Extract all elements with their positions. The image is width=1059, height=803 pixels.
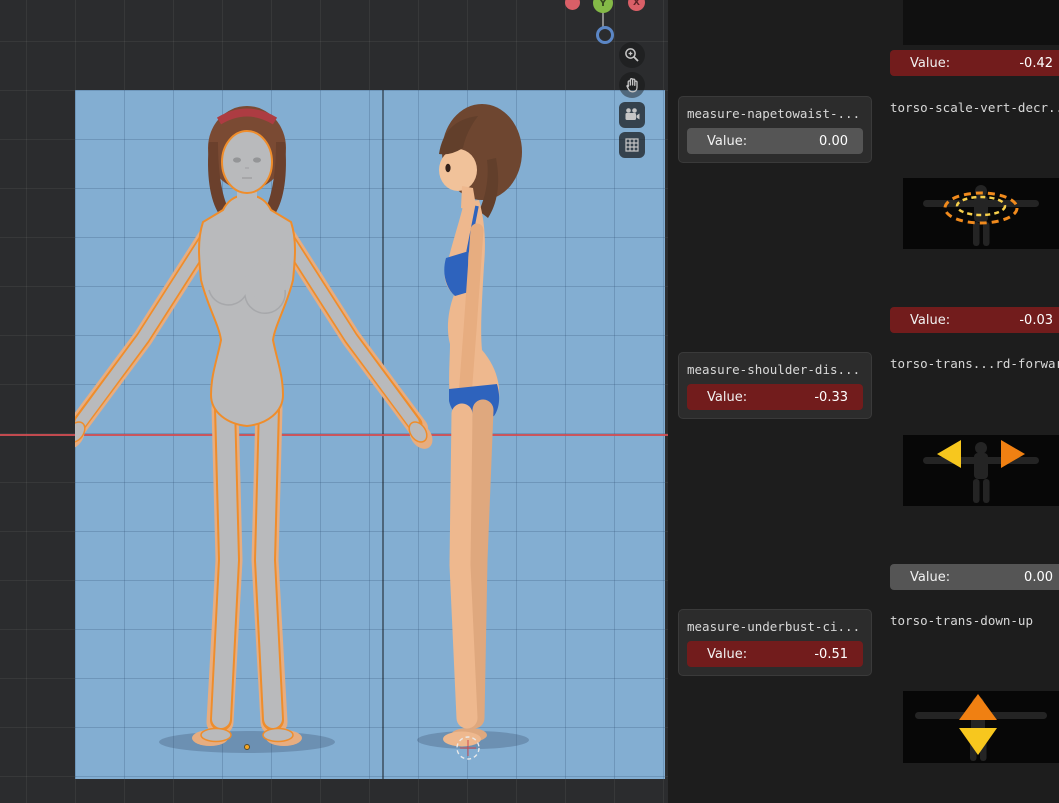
value-slider[interactable]: Value: -0.51 — [687, 641, 863, 667]
value-slider[interactable]: Value: 0.00 — [687, 128, 863, 154]
front-model-figure — [75, 106, 433, 750]
value-slider[interactable]: Value: 0.00 — [890, 564, 1059, 590]
gizmo-ball-negative-axis[interactable] — [565, 0, 580, 10]
character-figures — [75, 104, 529, 760]
gizmo-ball-y-axis[interactable]: Y — [593, 0, 613, 13]
grid-ortho-tool[interactable] — [619, 132, 645, 158]
property-title: measure-underbust-ci... — [687, 619, 861, 634]
camera-view-tool[interactable] — [619, 102, 645, 128]
value-number: -0.03 — [1019, 312, 1053, 328]
value-label: Value: — [910, 312, 951, 328]
value-slider[interactable]: Value: -0.42 — [890, 50, 1059, 76]
gizmo-ball-negative-z-axis[interactable] — [596, 26, 614, 44]
value-number: -0.33 — [814, 389, 848, 405]
torso-scale-vertical-thumbnail[interactable] — [903, 178, 1059, 249]
value-number: 0.00 — [1024, 569, 1053, 585]
side-reference-figure — [439, 104, 522, 747]
torso-translate-down-up-thumbnail[interactable] — [903, 691, 1059, 763]
property-title: measure-napetowaist-... — [687, 106, 861, 121]
value-number: -0.42 — [1019, 55, 1053, 71]
value-label: Value: — [707, 646, 748, 662]
property-card-napetowaist: measure-napetowaist-... Value: 0.00 — [678, 96, 872, 163]
property-card-shoulder: measure-shoulder-dis... Value: -0.33 — [678, 352, 872, 419]
grid-icon — [625, 138, 639, 152]
section-title: torso-trans...rd-forwar — [890, 356, 1059, 371]
blender-character-editor: { "viewport": { "gizmo": { "y_label": "Y… — [0, 0, 1059, 803]
pan-tool[interactable] — [619, 72, 645, 98]
zoom-in-icon — [625, 48, 639, 62]
value-label: Value: — [910, 55, 951, 71]
hand-icon — [626, 78, 638, 93]
value-label: Value: — [707, 133, 748, 149]
value-slider[interactable]: Value: -0.33 — [687, 384, 863, 410]
thumbnail-partial[interactable] — [903, 0, 1059, 45]
value-number: -0.51 — [814, 646, 848, 662]
camera-icon — [625, 108, 640, 120]
value-label: Value: — [910, 569, 951, 585]
value-number: 0.00 — [819, 133, 848, 149]
torso-translate-backward-forward-thumbnail[interactable] — [903, 435, 1059, 506]
property-card-underbust: measure-underbust-ci... Value: -0.51 — [678, 609, 872, 676]
zoom-tool[interactable] — [619, 42, 645, 68]
scale-ellipse-icon — [923, 185, 1039, 246]
viewport-3d[interactable]: Y X — [0, 0, 668, 803]
gizmo-ball-x-axis[interactable]: X — [628, 0, 645, 11]
value-label: Value: — [707, 389, 748, 405]
vertical-arrows-icon — [915, 694, 1047, 761]
property-title: measure-shoulder-dis... — [687, 362, 861, 377]
value-slider[interactable]: Value: -0.03 — [890, 307, 1059, 333]
section-title: torso-scale-vert-decr... — [890, 100, 1059, 115]
section-title: torso-trans-down-up — [890, 613, 1033, 628]
horizontal-arrows-icon — [923, 440, 1039, 503]
